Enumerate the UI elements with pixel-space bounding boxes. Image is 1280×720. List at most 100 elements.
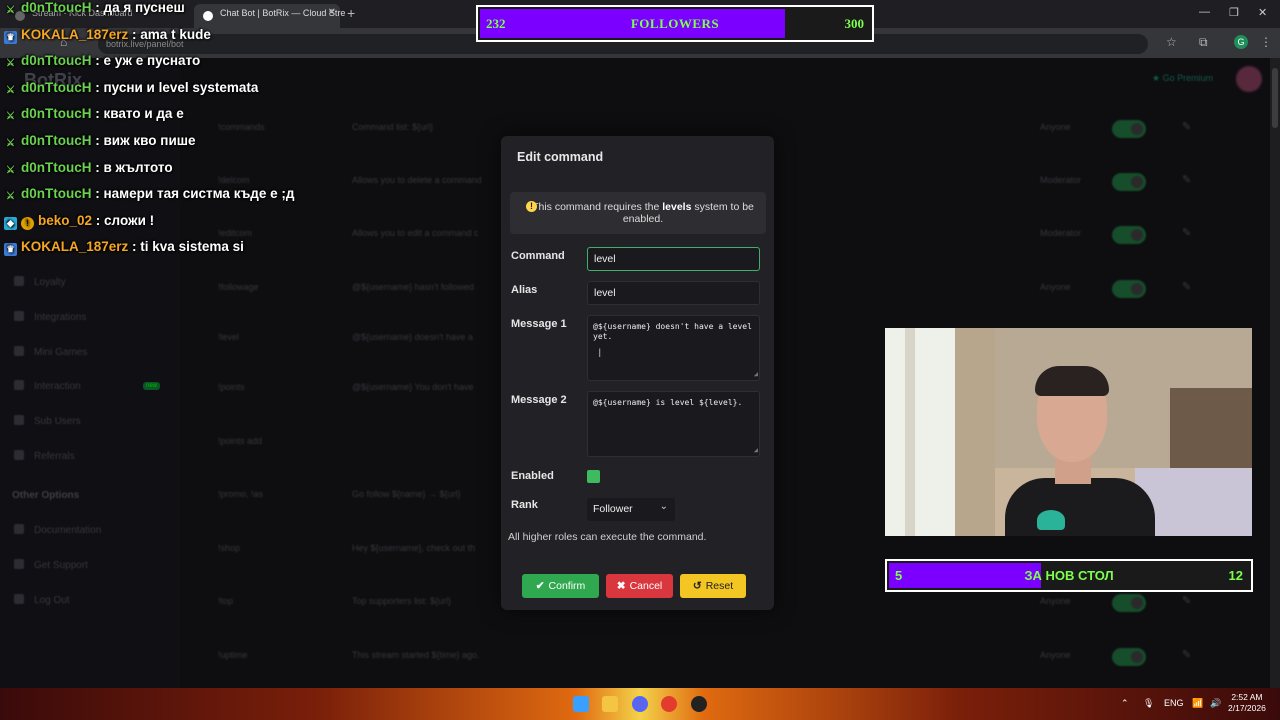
message2-textarea[interactable]: @${username} is level ${level}. ◢ <box>587 391 760 457</box>
modal-title: Edit command <box>517 150 604 164</box>
text-cursor-icon: I <box>598 346 602 360</box>
discord-icon[interactable] <box>632 696 648 712</box>
follower-goal-bar: 232 FOLLOWERS 300 <box>476 5 874 42</box>
chat-separator: : <box>91 159 104 175</box>
chat-separator: : <box>91 53 104 69</box>
confirm-button[interactable]: ✔ Confirm <box>522 574 599 598</box>
chat-separator: : <box>128 26 141 42</box>
chat-username: d0nTtoucH <box>21 79 92 95</box>
network-icon[interactable]: 📶 <box>1192 698 1203 709</box>
reset-button[interactable]: ↺ Reset <box>680 574 746 598</box>
chat-separator: : <box>91 106 104 122</box>
cam-person-shirt <box>1005 478 1155 536</box>
microphone-icon[interactable]: 🎙 <box>1143 698 1154 709</box>
sword-badge-icon: ⚔ <box>6 84 15 96</box>
warning-icon: ! <box>526 201 537 212</box>
new-tab-button[interactable]: + <box>347 5 355 21</box>
cancel-label: Cancel <box>629 580 663 592</box>
gem-badge-icon: ◆ <box>4 216 17 230</box>
chat-message: ⚔ d0nTtoucH : в жълтото <box>4 160 173 182</box>
system-clock[interactable]: 2:52 AM 2/17/2026 <box>1228 692 1266 714</box>
enabled-label: Enabled <box>511 470 554 482</box>
chat-username: d0nTtoucH <box>21 133 92 148</box>
chat-separator: : <box>91 133 104 148</box>
x-icon: ✖ <box>616 580 626 592</box>
profile-avatar[interactable]: G <box>1234 35 1248 49</box>
chat-username: KOKALA_187erz <box>21 239 129 255</box>
resize-handle-icon[interactable]: ◢ <box>754 445 758 455</box>
language-indicator[interactable]: ENG <box>1164 698 1184 708</box>
rank-select[interactable]: Follower ⌄ <box>587 498 675 521</box>
rank-hint: All higher roles can execute the command… <box>508 531 707 543</box>
command-label: Command <box>511 250 565 262</box>
maximize-icon[interactable]: ❐ <box>1229 6 1239 19</box>
clock-date: 2/17/2026 <box>1228 703 1266 713</box>
chat-text: е уж е пуснато <box>103 53 201 69</box>
rank-label: Rank <box>511 499 538 511</box>
chat-text: квато и да е <box>103 106 184 122</box>
cam-window-frame <box>905 328 915 536</box>
table-goal-label: ЗА НОВ СТОЛ <box>1024 568 1114 583</box>
chat-username: d0nTtoucH <box>21 106 92 122</box>
chat-message: ⚔ d0nTtoucH : да я пуснеш <box>4 0 185 22</box>
close-window-icon[interactable]: ✕ <box>1258 6 1267 19</box>
notice-bold: levels <box>662 201 692 213</box>
confirm-label: Confirm <box>548 580 586 592</box>
chat-separator: : <box>91 0 104 15</box>
follower-goal-target: 300 <box>844 16 865 31</box>
reset-label: Reset <box>705 580 734 592</box>
alias-input[interactable]: level <box>587 281 760 305</box>
message1-textarea[interactable]: @${username} doesn't have a level yet. ◢ <box>587 315 760 381</box>
obs-icon[interactable] <box>691 696 707 712</box>
table-goal-bar: 5 ЗА НОВ СТОЛ 12 <box>885 559 1253 592</box>
chat-message: ⚔ d0nTtoucH : е уж е пуснато <box>4 53 200 75</box>
close-tab-icon[interactable]: ✕ <box>328 7 336 18</box>
gold-badge-icon: ! <box>21 216 34 230</box>
volume-icon[interactable]: 🔊 <box>1210 698 1221 709</box>
chat-separator: : <box>128 239 141 255</box>
cam-shelf <box>1170 388 1252 478</box>
sword-badge-icon: ⚔ <box>6 5 15 16</box>
table-goal-target: 12 <box>1228 568 1243 583</box>
extensions-icon[interactable]: ⧉ <box>1199 35 1208 50</box>
cancel-button[interactable]: ✖ Cancel <box>606 574 673 598</box>
chat-separator: : <box>92 212 105 228</box>
notice-text: This command requires the <box>532 201 660 213</box>
rank-value: Follower <box>593 503 633 515</box>
chat-separator: : <box>91 79 104 95</box>
chat-text: ama t kude <box>140 26 211 42</box>
chat-username: d0nTtoucH <box>21 159 92 175</box>
browser-tab-2[interactable]: Chat Bot | BotRix — Cloud Stre ✕ <box>194 4 345 28</box>
bookmark-star-icon[interactable]: ☆ <box>1166 35 1177 49</box>
tab-favicon-icon <box>203 11 213 21</box>
windows-taskbar: ⌃ 🎙 ENG 📶 🔊 2:52 AM 2/17/2026 <box>0 688 1280 720</box>
chat-username: KOKALA_187erz <box>21 26 129 42</box>
chat-username: d0nTtoucH <box>21 0 92 15</box>
alias-label: Alias <box>511 284 538 296</box>
chat-message: ♛ KOKALA_187erz : ti kva sistema si <box>4 239 244 261</box>
resize-handle-icon[interactable]: ◢ <box>754 369 758 379</box>
command-input[interactable]: level <box>587 247 760 271</box>
cam-person-hair <box>1035 366 1109 396</box>
cam-shirt-logo <box>1037 510 1065 530</box>
cam-window <box>885 328 955 536</box>
cam-curtain <box>955 328 995 536</box>
minimize-icon[interactable]: — <box>1199 6 1210 18</box>
enabled-checkbox[interactable] <box>587 470 600 483</box>
chat-message: ⚔ d0nTtoucH : пусни и level systemata <box>4 80 258 102</box>
webcam-feed <box>885 328 1252 536</box>
menu-kebab-icon[interactable]: ⋮ <box>1260 35 1272 49</box>
chat-username: d0nTtoucH <box>21 186 92 202</box>
message1-label: Message 1 <box>511 318 567 330</box>
chat-message: ⚔ d0nTtoucH : виж кво пише <box>4 133 196 155</box>
tray-chevron-icon[interactable]: ⌃ <box>1121 698 1129 709</box>
chat-message: ♛ KOKALA_187erz : ama t kude <box>4 27 211 49</box>
chrome-icon[interactable] <box>661 696 677 712</box>
edit-command-modal: Edit command ! This command requires the… <box>501 136 774 610</box>
chevron-down-icon: ⌄ <box>659 501 668 512</box>
chat-message: ⚔ d0nTtoucH : квато и да е <box>4 106 184 128</box>
file-explorer-icon[interactable] <box>602 696 618 712</box>
prime-badge-icon: ♛ <box>4 30 17 44</box>
chat-text: ti kva sistema si <box>140 239 244 255</box>
windows-start-icon[interactable] <box>573 696 589 712</box>
